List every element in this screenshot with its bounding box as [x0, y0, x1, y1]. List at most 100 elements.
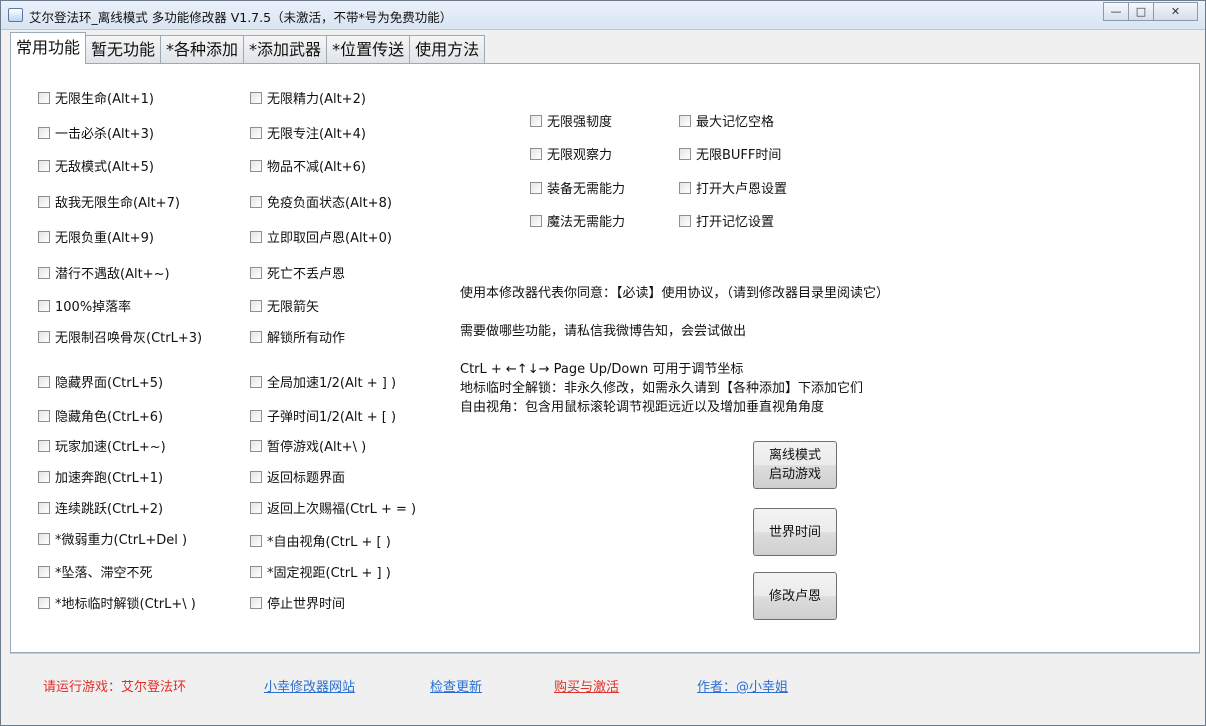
tab-add-weapons[interactable]: *添加武器: [243, 35, 328, 64]
modify-runes-button[interactable]: 修改卢恩: [753, 572, 837, 620]
checkbox-box[interactable]: [38, 299, 50, 312]
checkbox-box[interactable]: [530, 114, 542, 127]
tab-none[interactable]: 暂无功能: [85, 35, 162, 64]
checkbox-box[interactable]: [250, 534, 262, 547]
checkbox-box[interactable]: [679, 147, 691, 160]
checkbox-box[interactable]: [38, 195, 50, 208]
cheat-checkbox[interactable]: 子弹时间1/2(Alt + [ ): [250, 406, 396, 425]
checkbox-box[interactable]: [250, 126, 262, 139]
checkbox-box[interactable]: [250, 195, 262, 208]
checkbox-box[interactable]: [38, 126, 50, 139]
website-link[interactable]: 小幸修改器网站: [264, 676, 355, 695]
checkbox-box[interactable]: [38, 596, 50, 609]
checkbox-box[interactable]: [679, 214, 691, 227]
checkbox-box[interactable]: [679, 114, 691, 127]
cheat-checkbox[interactable]: 无限制召唤骨灰(CtrL+3): [38, 327, 202, 346]
cheat-checkbox[interactable]: 无限专注(Alt+4): [250, 123, 366, 142]
checkbox-box[interactable]: [250, 439, 262, 452]
checkbox-box[interactable]: [250, 299, 262, 312]
cheat-checkbox[interactable]: 返回标题界面: [250, 467, 345, 486]
cheat-checkbox[interactable]: 玩家加速(CtrL+~): [38, 436, 166, 455]
cheat-checkbox[interactable]: 无敌模式(Alt+5): [38, 156, 154, 175]
checkbox-box[interactable]: [38, 159, 50, 172]
cheat-checkbox[interactable]: 无限箭矢: [250, 296, 319, 315]
cheat-checkbox[interactable]: *坠落、滞空不死: [38, 562, 153, 581]
checkbox-box[interactable]: [250, 266, 262, 279]
cheat-checkbox[interactable]: 立即取回卢恩(Alt+0): [250, 227, 392, 246]
cheat-checkbox[interactable]: 连续跳跃(CtrL+2): [38, 498, 163, 517]
cheat-checkbox[interactable]: 解锁所有动作: [250, 327, 345, 346]
checkbox-label: 打开记忆设置: [696, 215, 775, 230]
cheat-checkbox[interactable]: 一击必杀(Alt+3): [38, 123, 154, 142]
maximize-button[interactable]: □: [1128, 2, 1154, 21]
tab-common[interactable]: 常用功能: [10, 32, 87, 64]
check-update-link[interactable]: 检查更新: [430, 676, 482, 695]
checkbox-box[interactable]: [38, 375, 50, 388]
tab-teleport[interactable]: *位置传送: [326, 35, 411, 64]
cheat-checkbox[interactable]: 潜行不遇敌(Alt+~): [38, 263, 170, 282]
checkbox-box[interactable]: [38, 409, 50, 422]
cheat-checkbox[interactable]: 死亡不丢卢恩: [250, 263, 345, 282]
offline-launch-button[interactable]: 离线模式 启动游戏: [753, 441, 837, 489]
agreement-notice: 使用本修改器代表你同意：【必读】使用协议，（请到修改器目录里阅读它）: [460, 286, 890, 301]
buy-activate-link[interactable]: 购买与激活: [554, 676, 619, 695]
checkbox-box[interactable]: [250, 565, 262, 578]
cheat-checkbox[interactable]: 敌我无限生命(Alt+7): [38, 192, 180, 211]
checkbox-box[interactable]: [250, 230, 262, 243]
cheat-checkbox[interactable]: 无限精力(Alt+2): [250, 88, 366, 107]
cheat-checkbox[interactable]: 最大记忆空格: [679, 111, 774, 130]
cheat-checkbox[interactable]: 无限负重(Alt+9): [38, 227, 154, 246]
cheat-checkbox[interactable]: *微弱重力(CtrL+Del ): [38, 529, 187, 548]
checkbox-box[interactable]: [38, 470, 50, 483]
close-button[interactable]: ✕: [1153, 2, 1198, 21]
cheat-checkbox[interactable]: 魔法无需能力: [530, 211, 625, 230]
checkbox-box[interactable]: [38, 501, 50, 514]
cheat-checkbox[interactable]: 暂停游戏(Alt+\ ): [250, 436, 366, 455]
cheat-checkbox[interactable]: 加速奔跑(CtrL+1): [38, 467, 163, 486]
cheat-checkbox[interactable]: 隐藏界面(CtrL+5): [38, 372, 163, 391]
cheat-checkbox[interactable]: *自由视角(CtrL + [ ): [250, 531, 391, 550]
cheat-checkbox[interactable]: 100%掉落率: [38, 296, 131, 315]
cheat-checkbox[interactable]: *地标临时解锁(CtrL+\ ): [38, 593, 196, 612]
cheat-checkbox[interactable]: 无限强韧度: [530, 111, 612, 130]
cheat-checkbox[interactable]: 隐藏角色(CtrL+6): [38, 406, 163, 425]
checkbox-box[interactable]: [530, 147, 542, 160]
checkbox-box[interactable]: [38, 439, 50, 452]
checkbox-box[interactable]: [250, 159, 262, 172]
checkbox-label: 无限精力(Alt+2): [267, 92, 366, 107]
checkbox-box[interactable]: [38, 91, 50, 104]
checkbox-box[interactable]: [679, 181, 691, 194]
checkbox-box[interactable]: [250, 330, 262, 343]
cheat-checkbox[interactable]: 无限生命(Alt+1): [38, 88, 154, 107]
cheat-checkbox[interactable]: 停止世界时间: [250, 593, 345, 612]
minimize-button[interactable]: —: [1103, 2, 1129, 21]
checkbox-box[interactable]: [38, 330, 50, 343]
checkbox-box[interactable]: [250, 501, 262, 514]
author-link[interactable]: 作者：@小幸姐: [697, 676, 788, 695]
checkbox-box[interactable]: [250, 91, 262, 104]
cheat-checkbox[interactable]: 物品不减(Alt+6): [250, 156, 366, 175]
tab-add-items[interactable]: *各种添加: [160, 35, 245, 64]
cheat-checkbox[interactable]: 无限观察力: [530, 144, 612, 163]
checkbox-box[interactable]: [250, 375, 262, 388]
world-time-button[interactable]: 世界时间: [753, 508, 837, 556]
checkbox-box[interactable]: [250, 409, 262, 422]
cheat-checkbox[interactable]: 返回上次赐福(CtrL + = ): [250, 498, 416, 517]
checkbox-box[interactable]: [530, 214, 542, 227]
cheat-checkbox[interactable]: 打开大卢恩设置: [679, 178, 787, 197]
cheat-checkbox[interactable]: 免疫负面状态(Alt+8): [250, 192, 392, 211]
cheat-checkbox[interactable]: *固定视距(CtrL + ] ): [250, 562, 391, 581]
tab-usage[interactable]: 使用方法: [409, 35, 486, 64]
cheat-checkbox[interactable]: 无限BUFF时间: [679, 144, 781, 163]
checkbox-box[interactable]: [250, 470, 262, 483]
checkbox-box[interactable]: [38, 230, 50, 243]
checkbox-box[interactable]: [38, 532, 50, 545]
title-bar[interactable]: 艾尔登法环_离线模式 多功能修改器 V1.7.5（未激活，不带*号为免费功能） …: [1, 1, 1205, 30]
checkbox-box[interactable]: [38, 266, 50, 279]
cheat-checkbox[interactable]: 装备无需能力: [530, 178, 625, 197]
checkbox-box[interactable]: [530, 181, 542, 194]
checkbox-box[interactable]: [250, 596, 262, 609]
checkbox-box[interactable]: [38, 565, 50, 578]
cheat-checkbox[interactable]: 打开记忆设置: [679, 211, 774, 230]
cheat-checkbox[interactable]: 全局加速1/2(Alt + ] ): [250, 372, 396, 391]
